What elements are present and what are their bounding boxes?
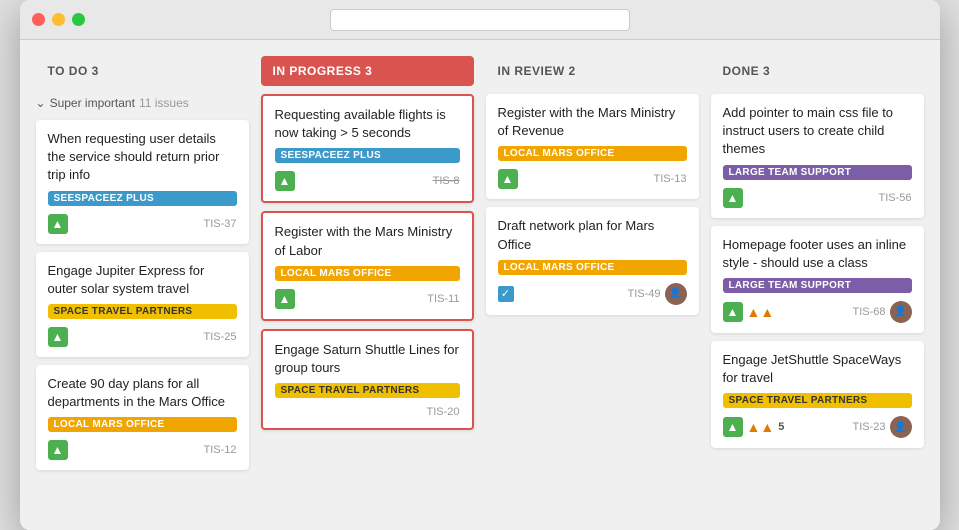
card-footer: ▲ TIS-56 [723, 188, 912, 208]
card-title: Homepage footer uses an inline style - s… [723, 236, 912, 272]
double-arrow-icon: ▲▲ [747, 419, 775, 435]
card-title: Engage Saturn Shuttle Lines for group to… [275, 341, 460, 377]
card-title: Register with the Mars Ministry of Reven… [498, 104, 687, 140]
group-count: 11 issues [139, 96, 189, 110]
double-arrow-icon: ▲▲ [747, 304, 775, 320]
icons-row-right: TIS-23 👤 [852, 416, 911, 438]
group-label-important: ⌄ Super important 11 issues [36, 94, 249, 112]
card-footer: ▲ TIS-8 [275, 171, 460, 191]
priority-green-icon: ▲ [723, 417, 743, 437]
card-id: TIS-68 [852, 306, 885, 318]
card-id: TIS-23 [852, 421, 885, 433]
card-footer: ✓ TIS-49 👤 [498, 283, 687, 305]
card-id: TIS-11 [427, 293, 459, 305]
column-done: DONE 3 Add pointer to main css file to i… [711, 56, 924, 514]
card-title: Engage Jupiter Express for outer solar s… [48, 262, 237, 298]
avatar: 👤 [665, 283, 687, 305]
card-ir-1[interactable]: Register with the Mars Ministry of Reven… [486, 94, 699, 199]
column-inreview: IN REVIEW 2 Register with the Mars Minis… [486, 56, 699, 514]
tag-local-mars: LOCAL MARS OFFICE [48, 417, 237, 432]
tag-space-travel: SPACE TRAVEL PARTNERS [48, 304, 237, 319]
close-button[interactable] [32, 13, 45, 26]
avatar: 👤 [890, 416, 912, 438]
card-id: TIS-12 [203, 444, 236, 456]
card-ir-2[interactable]: Draft network plan for Mars Office LOCAL… [486, 207, 699, 314]
priority-icon: ▲ [48, 440, 68, 460]
tag-large-team: LARGE TEAM SUPPORT [723, 165, 912, 180]
priority-icon: ▲ [723, 188, 743, 208]
tag-seespaceez: SEESPACEEZ PLUS [48, 191, 237, 206]
column-inprogress: IN PROGRESS 3 Requesting available fligh… [261, 56, 474, 514]
maximize-button[interactable] [72, 13, 85, 26]
tag-local-mars: LOCAL MARS OFFICE [498, 146, 687, 161]
column-header-inreview: IN REVIEW 2 [486, 56, 699, 86]
icons-row: ✓ [498, 286, 514, 302]
tag-large-team: LARGE TEAM SUPPORT [723, 278, 912, 293]
column-todo: TO DO 3 ⌄ Super important 11 issues When… [36, 56, 249, 514]
card-footer: ▲ TIS-25 [48, 327, 237, 347]
card-title: Create 90 day plans for all departments … [48, 375, 237, 411]
card-ip-3[interactable]: Engage Saturn Shuttle Lines for group to… [261, 329, 474, 430]
card-title: Add pointer to main css file to instruct… [723, 104, 912, 159]
card-ip-1[interactable]: Requesting available flights is now taki… [261, 94, 474, 203]
priority-icon: ▲ [275, 289, 295, 309]
column-header-done: DONE 3 [711, 56, 924, 86]
priority-green-icon: ▲ [723, 302, 743, 322]
icons-row-right: TIS-68 👤 [852, 301, 911, 323]
board: TO DO 3 ⌄ Super important 11 issues When… [20, 40, 940, 530]
card-title: Draft network plan for Mars Office [498, 217, 687, 253]
priority-icon: ▲ [48, 214, 68, 234]
icons-row-right: TIS-49 👤 [627, 283, 686, 305]
card-id: TIS-49 [627, 288, 660, 300]
card-todo-2[interactable]: Engage Jupiter Express for outer solar s… [36, 252, 249, 357]
column-header-inprogress: IN PROGRESS 3 [261, 56, 474, 86]
card-footer: ▲ TIS-11 [275, 289, 460, 309]
window-controls [32, 13, 85, 26]
card-done-3[interactable]: Engage JetShuttle SpaceWays for travel S… [711, 341, 924, 448]
card-title: Register with the Mars Ministry of Labor [275, 223, 460, 259]
badge-count: 5 [778, 421, 784, 433]
icons-row: ▲ ▲▲ [723, 302, 775, 322]
priority-icon: ▲ [275, 171, 295, 191]
url-bar[interactable] [330, 9, 630, 31]
checkbox-icon[interactable]: ✓ [498, 286, 514, 302]
card-todo-3[interactable]: Create 90 day plans for all departments … [36, 365, 249, 470]
card-title: Requesting available flights is now taki… [275, 106, 460, 142]
group-name: Super important [50, 96, 135, 110]
icons-row: ▲ ▲▲ 5 [723, 417, 785, 437]
card-footer: ▲ ▲▲ TIS-68 👤 [723, 301, 912, 323]
card-id: TIS-13 [653, 173, 686, 185]
tag-seespaceez: SEESPACEEZ PLUS [275, 148, 460, 163]
card-id: TIS-56 [878, 192, 911, 204]
tag-space-travel: SPACE TRAVEL PARTNERS [723, 393, 912, 408]
card-done-2[interactable]: Homepage footer uses an inline style - s… [711, 226, 924, 333]
card-done-1[interactable]: Add pointer to main css file to instruct… [711, 94, 924, 218]
card-footer: ▲ TIS-12 [48, 440, 237, 460]
column-header-todo: TO DO 3 [36, 56, 249, 86]
minimize-button[interactable] [52, 13, 65, 26]
avatar: 👤 [890, 301, 912, 323]
card-footer: ▲ TIS-37 [48, 214, 237, 234]
tag-space-travel: SPACE TRAVEL PARTNERS [275, 383, 460, 398]
card-id: TIS-25 [203, 331, 236, 343]
card-ip-2[interactable]: Register with the Mars Ministry of Labor… [261, 211, 474, 320]
card-footer: TIS-20 [275, 406, 460, 418]
card-todo-1[interactable]: When requesting user details the service… [36, 120, 249, 244]
tag-local-mars: LOCAL MARS OFFICE [275, 266, 460, 281]
card-id: TIS-20 [426, 406, 459, 418]
card-id: TIS-37 [203, 218, 236, 230]
priority-icon: ▲ [498, 169, 518, 189]
card-title: Engage JetShuttle SpaceWays for travel [723, 351, 912, 387]
card-title: When requesting user details the service… [48, 130, 237, 185]
priority-icon: ▲ [48, 327, 68, 347]
card-id: TIS-8 [433, 175, 460, 187]
tag-local-mars: LOCAL MARS OFFICE [498, 260, 687, 275]
card-footer: ▲ ▲▲ 5 TIS-23 👤 [723, 416, 912, 438]
card-footer: ▲ TIS-13 [498, 169, 687, 189]
titlebar [20, 0, 940, 40]
app-window: TO DO 3 ⌄ Super important 11 issues When… [20, 0, 940, 530]
